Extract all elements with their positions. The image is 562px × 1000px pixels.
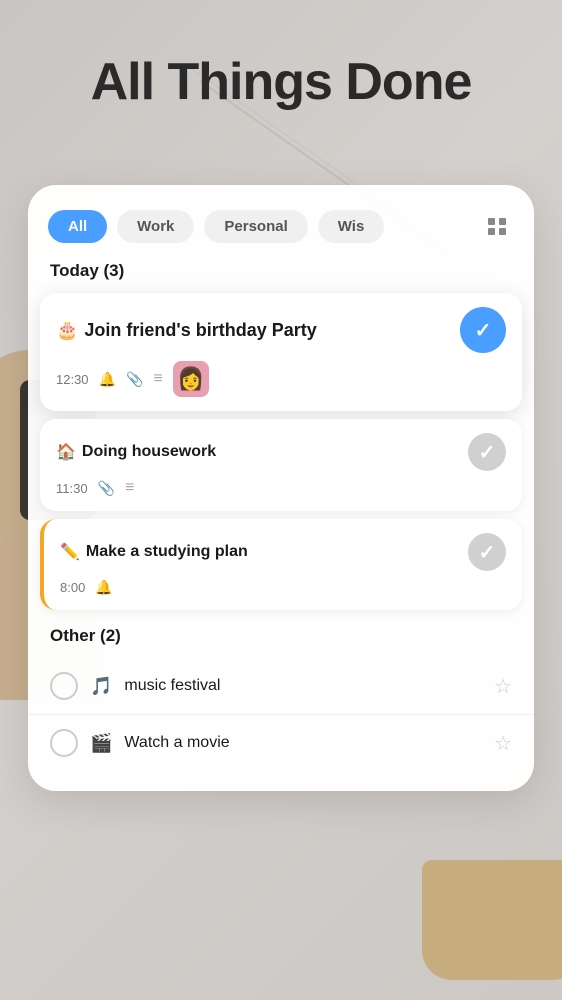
task-3-title-row: ✏️ Make a studying plan ✓ (60, 533, 506, 571)
task-2-complete-button[interactable]: ✓ (468, 433, 506, 471)
other-item-2: 🎬 Watch a movie ☆ (28, 715, 534, 771)
task-2-meta: 11:30 📎 ≡ (56, 479, 506, 497)
task-1-emoji: 🎂 (56, 320, 78, 341)
list-icon-2: ≡ (125, 479, 134, 497)
grid-icon (488, 218, 506, 235)
task-item-3: ✏️ Make a studying plan ✓ 8:00 🔔 (40, 519, 522, 610)
bell-icon-1: 🔔 (99, 371, 116, 388)
other-item-2-check[interactable] (50, 729, 78, 757)
grid-dot (488, 218, 495, 225)
bell-icon-3: 🔔 (95, 579, 112, 596)
grid-dot (499, 218, 506, 225)
other-item-1-label: music festival (124, 677, 482, 695)
other-section-header: Other (2) (28, 626, 534, 646)
task-2-title-row: 🏠 Doing housework ✓ (56, 433, 506, 471)
tab-wis[interactable]: Wis (318, 210, 385, 243)
grid-dot (488, 228, 495, 235)
task-2-emoji: 🏠 (56, 442, 76, 462)
app-title: All Things Done (0, 52, 562, 112)
attachment-icon-1: 📎 (126, 371, 143, 388)
tab-work[interactable]: Work (117, 210, 194, 243)
tab-all[interactable]: All (48, 210, 107, 243)
other-item-2-emoji: 🎬 (90, 733, 112, 754)
task-3-time: 8:00 (60, 580, 85, 595)
check-icon-3: ✓ (479, 540, 496, 565)
task-1-thumbnail: 👩 (173, 361, 209, 397)
task-3-complete-button[interactable]: ✓ (468, 533, 506, 571)
grid-dot (499, 228, 506, 235)
other-item-1-emoji: 🎵 (90, 676, 112, 697)
list-icon-1: ≡ (153, 370, 162, 388)
other-item-1: 🎵 music festival ☆ (28, 658, 534, 715)
task-3-meta: 8:00 🔔 (60, 579, 506, 596)
today-section-header: Today (3) (28, 261, 534, 281)
task-1-title: 🎂 Join friend's birthday Party (56, 320, 317, 341)
attachment-icon-2: 📎 (98, 480, 115, 497)
section-divider (28, 618, 534, 626)
task-item-2: 🏠 Doing housework ✓ 11:30 📎 ≡ (40, 419, 522, 511)
category-tabs: All Work Personal Wis (28, 209, 534, 243)
check-icon: ✓ (475, 318, 492, 343)
other-item-2-star[interactable]: ☆ (494, 731, 512, 756)
task-1-meta: 12:30 🔔 📎 ≡ 👩 (56, 361, 506, 397)
task-3-emoji: ✏️ (60, 542, 80, 562)
bg-basket (422, 860, 562, 980)
tab-personal[interactable]: Personal (204, 210, 307, 243)
task-1-time: 12:30 (56, 372, 89, 387)
task-2-title: 🏠 Doing housework (56, 442, 216, 462)
other-item-1-star[interactable]: ☆ (494, 674, 512, 699)
task-3-title: ✏️ Make a studying plan (60, 542, 248, 562)
task-1-title-row: 🎂 Join friend's birthday Party ✓ (56, 307, 506, 353)
other-item-2-label: Watch a movie (124, 734, 482, 752)
task-item-1: 🎂 Join friend's birthday Party ✓ 12:30 🔔… (40, 293, 522, 411)
task-1-complete-button[interactable]: ✓ (460, 307, 506, 353)
main-card: All Work Personal Wis Today (3) 🎂 Join f… (28, 185, 534, 791)
check-icon-2: ✓ (479, 440, 496, 465)
grid-view-button[interactable] (480, 209, 514, 243)
task-2-time: 11:30 (56, 481, 88, 496)
other-item-1-check[interactable] (50, 672, 78, 700)
